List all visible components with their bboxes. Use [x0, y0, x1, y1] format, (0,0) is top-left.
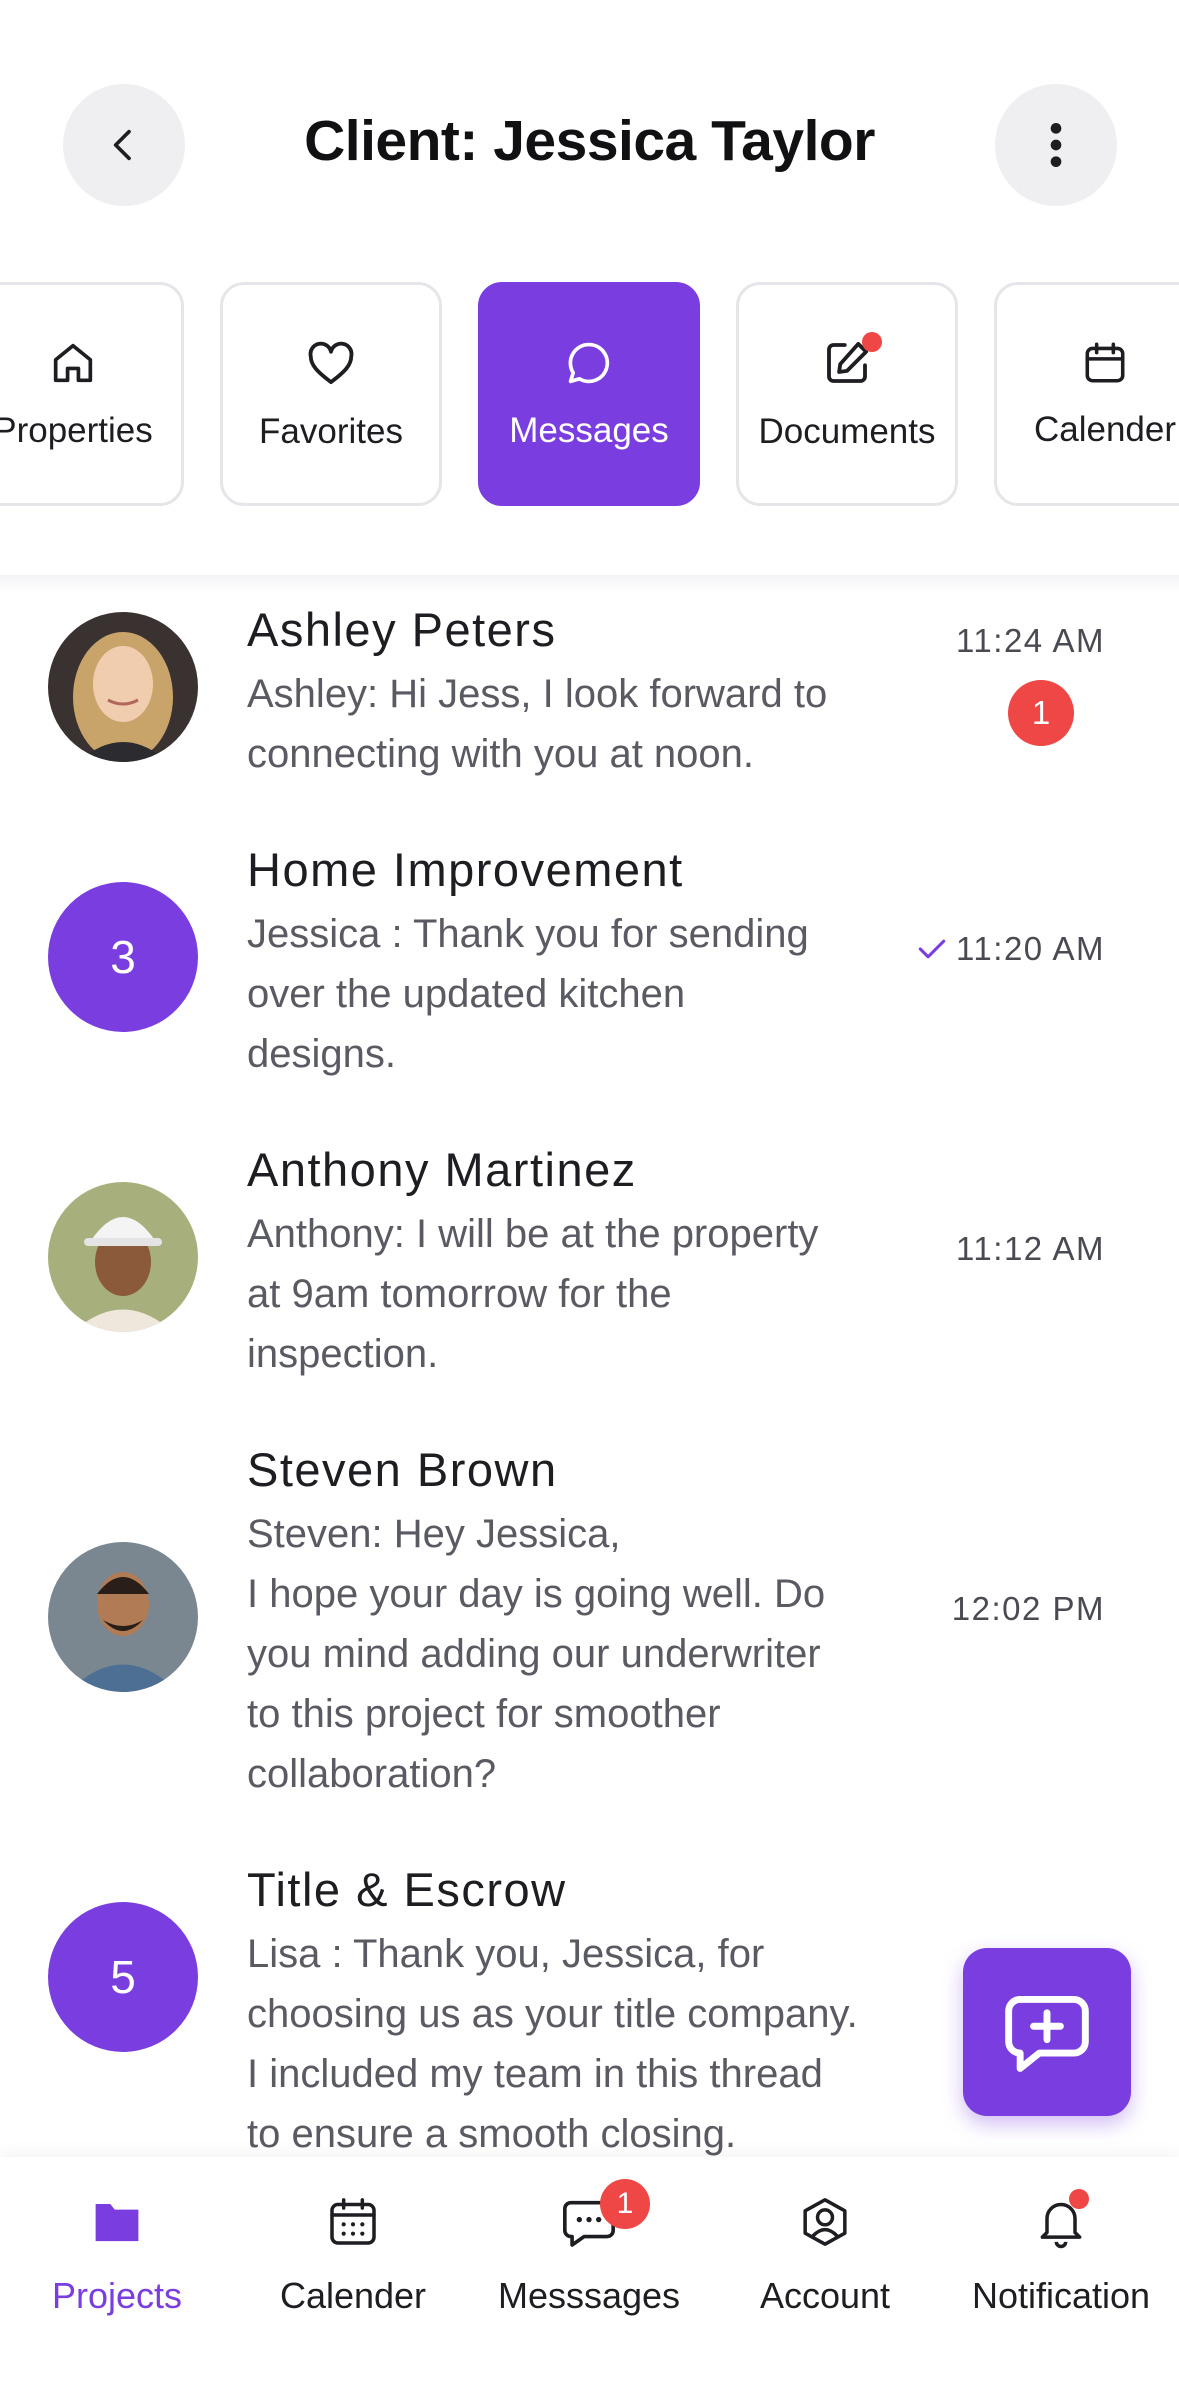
messages-badge: 1	[600, 2179, 650, 2229]
tab-label: Favorites	[259, 412, 403, 451]
conversation-name: Title & Escrow	[247, 1863, 567, 1916]
bottom-navigation: Projects Calender 1 Messsages Account No…	[0, 2157, 1179, 2381]
message-preview: Ashley: Hi Jess, I look forward to conne…	[247, 672, 828, 776]
notification-dot	[862, 332, 882, 352]
calendar-icon	[330, 2198, 376, 2245]
message-time: 11:24 AM	[956, 622, 1105, 659]
chat-bubble-icon	[568, 342, 610, 384]
nav-label: Calender	[279, 2275, 427, 2316]
avatar	[48, 612, 198, 762]
tab-label: Properties	[0, 411, 153, 450]
message-preview: Steven: Hey Jessica, I hope your day is …	[247, 1512, 826, 1796]
more-vertical-icon	[1050, 123, 1062, 167]
nav-label: Account	[759, 2275, 891, 2316]
conversation-name: Home Improvement	[247, 843, 684, 896]
nav-account[interactable]: Account	[720, 2187, 930, 2317]
message-preview: Lisa : Thank you, Jessica, for choosing …	[247, 1932, 858, 2156]
header: Client: Jessica Taylor	[0, 0, 1179, 260]
conversation-home-improvement[interactable]: 3 Home Improvement Jessica : Thank you f…	[0, 842, 1179, 1112]
conversation-steven-brown[interactable]: Steven Brown Steven: Hey Jessica, I hope…	[0, 1442, 1179, 1832]
read-check-icon	[918, 939, 946, 959]
nav-messsages[interactable]: 1 Messsages	[484, 2179, 694, 2317]
conversation-name: Steven Brown	[247, 1443, 558, 1496]
heart-icon	[308, 341, 354, 385]
tab-label: Messages	[509, 411, 669, 450]
message-time: 11:12 AM	[956, 1230, 1105, 1267]
tab-messages[interactable]: Messages	[478, 282, 700, 506]
group-avatar: 3	[48, 882, 198, 1032]
tab-properties[interactable]: Properties	[0, 282, 184, 506]
message-preview: Anthony: I will be at the property at 9a…	[247, 1212, 819, 1376]
conversation-ashley-peters[interactable]: Ashley Peters Ashley: Hi Jess, I look fo…	[0, 592, 1179, 812]
message-time: 11:20 AM	[916, 930, 1105, 968]
account-icon	[803, 2198, 847, 2246]
message-time: 12:02 PM	[951, 1590, 1105, 1627]
edit-document-icon	[820, 332, 882, 390]
group-avatar: 5	[48, 1902, 198, 2052]
new-message-button[interactable]	[963, 1948, 1131, 2116]
avatar	[48, 1182, 198, 1332]
nav-label: Notification	[971, 2275, 1151, 2316]
tab-label: Documents	[758, 412, 936, 451]
tab-favorites[interactable]: Favorites	[220, 282, 442, 506]
add-chat-icon	[1005, 1995, 1089, 2072]
nav-calender[interactable]: Calender	[248, 2187, 458, 2317]
notification-dot	[1069, 2189, 1089, 2209]
nav-label: Projects	[51, 2275, 183, 2316]
avatar	[48, 1542, 198, 1692]
conversation-name: Ashley Peters	[247, 603, 557, 656]
folder-icon	[95, 2204, 139, 2242]
conversation-anthony-martinez[interactable]: Anthony Martinez Anthony: I will be at t…	[0, 1142, 1179, 1412]
message-list[interactable]: Ashley Peters Ashley: Hi Jess, I look fo…	[0, 592, 1179, 2157]
tab-label: Calender	[1033, 410, 1177, 449]
tab-calender[interactable]: Calender	[994, 282, 1179, 506]
conversation-name: Anthony Martinez	[247, 1143, 637, 1196]
nav-label: Messsages	[497, 2275, 681, 2316]
tab-documents[interactable]: Documents	[736, 282, 958, 506]
unread-badge: 1	[1008, 680, 1074, 746]
message-preview: Jessica : Thank you for sending over the…	[247, 912, 809, 1076]
client-tabs: Properties Favorites Messages Documents …	[0, 282, 1179, 508]
more-options-button[interactable]	[995, 84, 1117, 206]
divider	[0, 575, 1179, 593]
home-icon	[53, 343, 93, 383]
calendar-icon	[1085, 342, 1125, 383]
nav-projects[interactable]: Projects	[12, 2187, 222, 2317]
nav-notification[interactable]: Notification	[956, 2187, 1166, 2317]
